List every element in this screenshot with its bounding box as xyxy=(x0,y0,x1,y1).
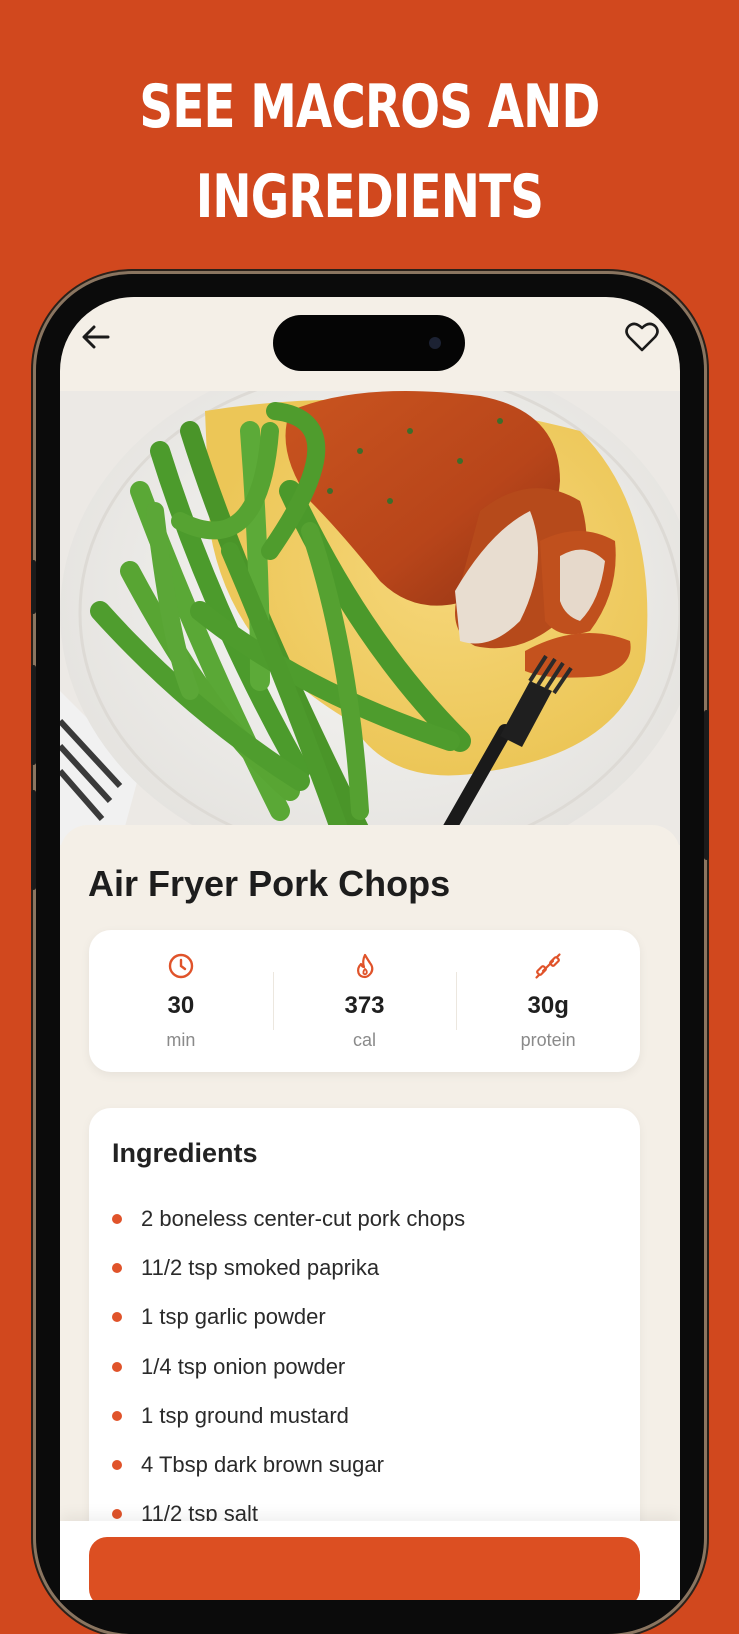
promo-headline-line2: INGREDIENTS xyxy=(195,162,544,232)
bullet-icon xyxy=(112,1410,122,1421)
stat-time-unit: min xyxy=(166,1030,196,1050)
favorite-button[interactable] xyxy=(624,319,660,355)
stat-calories: 373 cal xyxy=(272,930,457,1072)
phone-volume-down-button xyxy=(31,790,36,890)
app-screen: Air Fryer Pork Chops 30 min 373 cal 30g … xyxy=(60,297,680,1600)
ingredient-item: 4 Tbsp dark brown sugar xyxy=(112,1440,465,1489)
ingredient-text: 1 tsp ground mustard xyxy=(141,1402,349,1428)
ingredient-text: 2 boneless center-cut pork chops xyxy=(141,1205,466,1231)
bullet-icon xyxy=(112,1460,122,1471)
dumbbell-icon xyxy=(535,953,561,979)
stat-time: 30 min xyxy=(89,930,273,1072)
ingredient-text: 11/2 tsp smoked paprika xyxy=(141,1254,380,1280)
bullet-icon xyxy=(112,1509,122,1520)
promo-headline: SEE MACROS AND INGREDIENTS xyxy=(81,62,657,242)
recipe-details: Air Fryer Pork Chops 30 min 373 cal 30g … xyxy=(60,825,680,1600)
bullet-icon xyxy=(112,1262,122,1273)
ingredient-text: 1 tsp garlic powder xyxy=(141,1304,326,1330)
phone-side-button xyxy=(31,560,36,614)
ingredients-list: 2 boneless center-cut pork chops 11/2 ts… xyxy=(112,1194,465,1539)
clock-icon xyxy=(168,953,194,979)
bullet-icon xyxy=(112,1213,122,1224)
stat-protein-unit: protein xyxy=(520,1030,576,1050)
recipe-title: Air Fryer Pork Chops xyxy=(88,863,451,904)
arrow-left-icon xyxy=(82,325,110,349)
stat-calories-value: 373 xyxy=(344,992,385,1019)
front-camera xyxy=(429,337,441,349)
stat-protein: 30g protein xyxy=(456,930,640,1072)
stat-protein-value: 30g xyxy=(527,992,569,1019)
bottom-action-bar xyxy=(60,1521,680,1600)
ingredient-item: 11/2 tsp smoked paprika xyxy=(112,1243,465,1292)
primary-action-button[interactable] xyxy=(89,1537,640,1600)
ingredient-text: 4 Tbsp dark brown sugar xyxy=(141,1452,384,1478)
dynamic-island xyxy=(273,315,465,371)
ingredient-item: 2 boneless center-cut pork chops xyxy=(112,1194,465,1243)
stats-card: 30 min 373 cal 30g protein xyxy=(89,930,640,1072)
ingredient-item: 1 tsp garlic powder xyxy=(112,1293,465,1342)
back-button[interactable] xyxy=(80,321,112,353)
flame-icon xyxy=(356,953,373,979)
ingredient-text: 1/4 tsp onion powder xyxy=(141,1353,346,1379)
promo-headline-line1: SEE MACROS AND xyxy=(139,72,600,142)
bullet-icon xyxy=(112,1312,122,1323)
recipe-photo-illustration xyxy=(60,391,680,845)
stat-time-value: 30 xyxy=(167,992,195,1019)
phone-volume-up-button xyxy=(31,665,36,765)
ingredient-item: 1 tsp ground mustard xyxy=(112,1391,465,1440)
ingredient-item: 1/4 tsp onion powder xyxy=(112,1342,465,1391)
heart-outline-icon xyxy=(625,322,659,352)
phone-power-button xyxy=(704,710,709,860)
recipe-photo xyxy=(60,391,680,845)
bullet-icon xyxy=(112,1361,122,1372)
stat-calories-unit: cal xyxy=(353,1030,377,1050)
ingredients-heading: Ingredients xyxy=(112,1138,258,1168)
